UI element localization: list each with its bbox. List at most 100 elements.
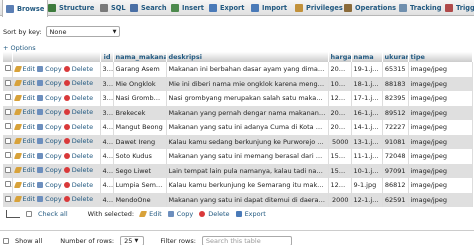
cell-harga[interactable]: 15000 (328, 149, 352, 164)
cell-nama[interactable]: 9-1.jpg (351, 178, 383, 193)
cell-deskripsi[interactable]: Lain tempat lain pula namanya, kalau tad… (166, 163, 329, 178)
check-all-checkbox[interactable] (26, 211, 32, 217)
tab-tracking[interactable]: Tracking (396, 0, 444, 16)
column-header-nama[interactable]: nama (351, 52, 383, 62)
cell-id[interactable]: 42 (100, 134, 114, 149)
cell-harga[interactable]: 10000 (328, 76, 352, 91)
cell-nama-makanan[interactable]: Soto Kudus (113, 149, 167, 164)
edit-button[interactable]: Edit (13, 195, 35, 203)
cell-nama[interactable]: 13-1.jpg (351, 134, 383, 149)
edit-button[interactable]: Edit (13, 181, 35, 189)
copy-button[interactable]: Copy (37, 152, 62, 160)
cell-tipe[interactable]: image/jpeg (408, 120, 473, 135)
delete-button[interactable]: Delete (63, 137, 93, 145)
cell-harga[interactable]: 15000 (328, 163, 352, 178)
delete-button[interactable]: Delete (63, 123, 93, 131)
cell-id[interactable]: 36 (100, 76, 114, 91)
delete-button[interactable]: Delete (63, 181, 93, 189)
column-header-harga[interactable]: harga (328, 52, 352, 62)
cell-id[interactable]: 39 (100, 105, 114, 120)
cell-nama-makanan[interactable]: Nasi Grombyang (113, 91, 167, 106)
copy-button[interactable]: Copy (37, 65, 62, 73)
options-link[interactable]: + Options (3, 44, 36, 52)
column-header-nama-makanan[interactable]: nama_makanan (113, 52, 167, 62)
copy-button[interactable]: Copy (37, 123, 62, 131)
cell-tipe[interactable]: image/jpeg (408, 163, 473, 178)
copy-button[interactable]: Copy (37, 94, 62, 102)
cell-ukuran[interactable]: 91081 (382, 134, 409, 149)
cell-ukuran[interactable]: 82395 (382, 91, 409, 106)
copy-button[interactable]: Copy (37, 195, 62, 203)
cell-tipe[interactable]: image/jpeg (408, 192, 473, 207)
cell-tipe[interactable]: image/jpeg (408, 149, 473, 164)
bulk-copy-button[interactable]: Copy (167, 210, 193, 218)
row-checkbox[interactable] (5, 166, 11, 173)
show-all-checkbox[interactable] (3, 238, 9, 244)
cell-nama-makanan[interactable]: Dawet Ireng (113, 134, 167, 149)
cell-nama-makanan[interactable]: Lumpia Semarang (113, 178, 167, 193)
edit-button[interactable]: Edit (13, 123, 35, 131)
column-header-id[interactable]: id (100, 52, 114, 62)
cell-nama[interactable]: 10-1.jpg (351, 163, 383, 178)
tab-structure[interactable]: Structure (45, 0, 97, 16)
delete-button[interactable]: Delete (63, 166, 93, 174)
cell-harga[interactable]: 12000 (328, 91, 352, 106)
cell-nama-makanan[interactable]: Garang Asem (113, 62, 167, 77)
cell-nama-makanan[interactable]: Mangut Beong (113, 120, 167, 135)
cell-harga[interactable]: 20000 (328, 120, 352, 135)
delete-button[interactable]: Delete (63, 108, 93, 116)
bulk-delete-button[interactable]: Delete (199, 210, 230, 218)
cell-tipe[interactable]: image/jpeg (408, 91, 473, 106)
cell-id[interactable]: 41 (100, 120, 114, 135)
cell-deskripsi[interactable]: Kalau kamu berkunjung ke Semarang itu ma… (166, 178, 329, 193)
edit-button[interactable]: Edit (13, 108, 35, 116)
cell-ukuran[interactable]: 65315 (382, 62, 409, 77)
cell-harga[interactable]: 12000 (328, 178, 352, 193)
copy-button[interactable]: Copy (37, 181, 62, 189)
bulk-edit-button[interactable]: Edit (139, 210, 162, 218)
tab-trigger[interactable]: Trigger (442, 0, 474, 16)
cell-nama[interactable]: 12-1.jpg (351, 192, 383, 207)
cell-ukuran[interactable]: 88183 (382, 76, 409, 91)
cell-ukuran[interactable]: 86812 (382, 178, 409, 193)
delete-button[interactable]: Delete (63, 65, 93, 73)
row-checkbox[interactable] (5, 137, 11, 144)
tab-insert[interactable]: Insert (168, 0, 207, 16)
tab-export[interactable]: Export (206, 0, 247, 16)
delete-button[interactable]: Delete (63, 94, 93, 102)
copy-button[interactable]: Copy (37, 166, 62, 174)
cell-deskripsi[interactable]: Makanan yang satu ini adanya Cuma di Kot… (166, 120, 329, 135)
column-header-ukuran[interactable]: ukuran (382, 52, 409, 62)
cell-id[interactable]: 47 (100, 192, 114, 207)
cell-tipe[interactable]: image/jpeg (408, 178, 473, 193)
cell-nama-makanan[interactable]: Sego Liwet (113, 163, 167, 178)
edit-button[interactable]: Edit (13, 137, 35, 145)
cell-nama-makanan[interactable]: MendoOne (113, 192, 167, 207)
cell-deskripsi[interactable]: Nasi grombyang merupakan salah satu maka… (166, 91, 329, 106)
cell-harga[interactable]: 20000 (328, 62, 352, 77)
cell-nama-makanan[interactable]: Brekecek (113, 105, 167, 120)
delete-button[interactable]: Delete (63, 79, 93, 87)
row-checkbox[interactable] (5, 181, 11, 188)
cell-tipe[interactable]: image/jpeg (408, 76, 473, 91)
cell-deskripsi[interactable]: Makanan yang pernah dengar nama makanan … (166, 105, 329, 120)
filter-rows-input[interactable]: Search this table (201, 236, 292, 245)
copy-button[interactable]: Copy (37, 79, 62, 87)
cell-nama[interactable]: 14-1.jpg (351, 120, 383, 135)
cell-nama[interactable]: 19-1.jpg (351, 62, 383, 77)
bulk-export-button[interactable]: Export (235, 210, 266, 218)
column-header-deskripsi[interactable]: deskripsi (166, 52, 329, 62)
tab-search[interactable]: Search (127, 0, 170, 16)
cell-deskripsi[interactable]: Makanan yang satu ini dapat ditemui di d… (166, 192, 329, 207)
tab-operations[interactable]: Operations (341, 0, 399, 16)
cell-id[interactable]: 46 (100, 178, 114, 193)
cell-tipe[interactable]: image/jpeg (408, 134, 473, 149)
cell-deskripsi[interactable]: Makanan yang satu ini memang berasal dar… (166, 149, 329, 164)
cell-nama-makanan[interactable]: Mie Ongklok (113, 76, 167, 91)
column-header-tipe[interactable]: tipe (408, 52, 473, 62)
cell-nama[interactable]: 18-1.jpg (351, 76, 383, 91)
cell-deskripsi[interactable]: Mie ini diberi nama mie ongklok karena m… (166, 76, 329, 91)
cell-ukuran[interactable]: 97091 (382, 163, 409, 178)
cell-ukuran[interactable]: 72227 (382, 120, 409, 135)
cell-ukuran[interactable]: 89512 (382, 105, 409, 120)
